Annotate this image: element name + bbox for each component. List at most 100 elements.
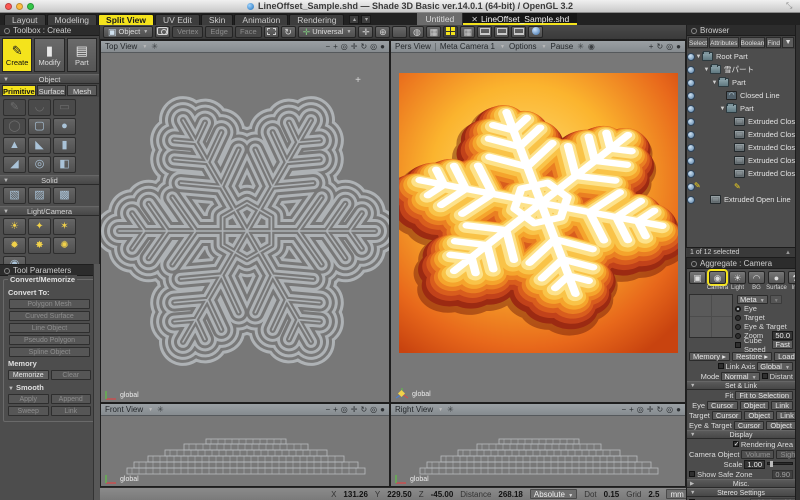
- smooth-append-button[interactable]: Append: [51, 394, 92, 404]
- distant-light-icon[interactable]: ✶: [53, 218, 76, 235]
- view-camera-icon[interactable]: ●: [676, 404, 681, 416]
- expand-arrow-icon[interactable]: ▼: [711, 80, 718, 86]
- eye-cursor-button[interactable]: Cursor: [707, 401, 738, 410]
- camera-object-icon[interactable]: ◉: [3, 256, 26, 264]
- solid-section-header[interactable]: ▼Solid: [0, 175, 99, 185]
- eye-link-button[interactable]: Link: [771, 401, 793, 410]
- top-viewport-canvas[interactable]: + global: [101, 53, 389, 402]
- globe-icon[interactable]: ◍: [409, 26, 424, 38]
- tree-row[interactable]: ▼Root Part: [695, 50, 795, 63]
- tree-row[interactable]: Extruded Open Line: [695, 193, 795, 206]
- point-light-icon[interactable]: ☀: [3, 218, 26, 235]
- front-viewport[interactable]: Front View▼ ✳ −+◎✛↻◎● global: [100, 403, 390, 487]
- solid-union-icon[interactable]: ▧: [3, 187, 26, 204]
- target-radio-row[interactable]: Target: [735, 313, 793, 322]
- view-camera-icon[interactable]: ●: [676, 41, 681, 53]
- wedge-primitive-icon[interactable]: ◣: [28, 137, 51, 154]
- load-button[interactable]: Load...: [774, 352, 795, 361]
- cone-primitive-icon[interactable]: ▲: [3, 137, 26, 154]
- radio-icon[interactable]: [735, 315, 741, 321]
- zoom-out-icon[interactable]: −: [325, 41, 330, 53]
- gear-icon[interactable]: ✳: [447, 405, 454, 414]
- visibility-toggle[interactable]: [687, 92, 695, 100]
- browser-tab-select[interactable]: Select: [688, 37, 708, 48]
- cube-speed-dropdown[interactable]: Fast: [772, 340, 793, 349]
- gear-icon[interactable]: ✳: [577, 42, 584, 51]
- rounded-box-icon[interactable]: ▢: [28, 118, 51, 135]
- tool-parameters-scrollbar[interactable]: [93, 264, 100, 500]
- workspace-tab-layout[interactable]: Layout: [4, 14, 46, 25]
- pan-icon[interactable]: ✛: [351, 41, 358, 53]
- tab-surface[interactable]: ●Surface: [767, 271, 786, 291]
- camera-object-sight-button[interactable]: Sight: [776, 450, 795, 459]
- tree-row[interactable]: ▼雪パート: [695, 63, 795, 76]
- vertex-mode-button[interactable]: Vertex: [172, 26, 203, 38]
- pause-button[interactable]: Pause: [551, 42, 574, 51]
- scale-slider[interactable]: [767, 462, 793, 465]
- visibility-toggle[interactable]: [687, 196, 695, 204]
- toolbox-header[interactable]: Toolbox : Create: [0, 25, 99, 36]
- magnifier-icon[interactable]: ◎: [370, 404, 377, 416]
- workspace-tab-split-view[interactable]: Split View: [98, 14, 154, 25]
- zoom-window-button[interactable]: [27, 3, 34, 10]
- link-axis-checkbox[interactable]: [718, 363, 724, 369]
- sphere-primitive-icon[interactable]: ●: [53, 118, 76, 135]
- pan-icon[interactable]: ✛: [647, 404, 654, 416]
- workspace-tab-uv-edit[interactable]: UV Edit: [155, 14, 200, 25]
- zoom-in-icon[interactable]: +: [629, 404, 634, 416]
- mode-dropdown[interactable]: Normal ▼: [721, 372, 759, 381]
- zoom-value-field[interactable]: 50.0: [772, 331, 793, 340]
- gear-icon[interactable]: ✳: [151, 42, 158, 51]
- camera-trackball[interactable]: [689, 294, 733, 338]
- browser-header[interactable]: Browser: [687, 25, 795, 36]
- safe-zone-checkbox[interactable]: [689, 471, 695, 477]
- object-section-header[interactable]: ▼Object: [0, 74, 99, 84]
- coordinate-mode-dropdown[interactable]: Absolute ▼: [530, 489, 577, 499]
- options-dropdown[interactable]: Options: [509, 42, 537, 51]
- zoom-in-icon[interactable]: +: [333, 41, 338, 53]
- zoom-out-icon[interactable]: −: [325, 404, 330, 416]
- smooth-section-header[interactable]: ▼Smooth: [8, 383, 93, 392]
- zoom-tool-icon[interactable]: ◎: [341, 404, 348, 416]
- display-section-header[interactable]: ▼Display: [687, 430, 795, 439]
- pers-viewport-canvas[interactable]: global: [391, 53, 685, 402]
- visibility-toggle[interactable]: [687, 79, 695, 87]
- camera-sub-dropdown[interactable]: ▼: [770, 295, 782, 304]
- top-viewport[interactable]: Top View▼ ✳ −+◎✛↻◎● + global: [100, 40, 390, 403]
- radio-icon[interactable]: [735, 324, 741, 330]
- draw-line-icon[interactable]: ✎: [3, 99, 26, 116]
- rendering-area-checkbox[interactable]: [733, 441, 739, 447]
- grid-table-icon[interactable]: ▦: [460, 26, 475, 38]
- object-tab-primitive[interactable]: Primitive: [2, 85, 36, 96]
- eye-target-object-button[interactable]: Object: [766, 421, 795, 430]
- scale-value-field[interactable]: 1.00: [744, 460, 765, 469]
- tree-row[interactable]: Extruded Closed: [695, 141, 795, 154]
- area-light-icon[interactable]: ✹: [3, 237, 26, 254]
- dual-view-icon[interactable]: [494, 26, 509, 38]
- draw-rect-icon[interactable]: ▭: [53, 99, 76, 116]
- clear-button[interactable]: Clear: [51, 370, 92, 380]
- viewport-label[interactable]: Right View: [395, 405, 433, 414]
- set-link-section-header[interactable]: ▼Set & Link: [687, 381, 795, 390]
- zoom-in-icon[interactable]: +: [333, 404, 338, 416]
- misc-section-header[interactable]: ▶Misc.: [687, 479, 795, 488]
- minimize-window-button[interactable]: [16, 3, 23, 10]
- object-tab-mesh[interactable]: Mesh: [67, 85, 97, 96]
- pers-viewport[interactable]: Pers View Meta Camera 1▼ Options▼ Pause …: [390, 40, 686, 403]
- stereo-section-header[interactable]: ▼Stereo Settings: [687, 488, 795, 497]
- expand-arrow-icon[interactable]: ▼: [719, 106, 726, 112]
- tree-row[interactable]: ◠Closed Line: [695, 89, 795, 102]
- visibility-toggle[interactable]: [687, 157, 695, 165]
- pan-icon[interactable]: ✛: [351, 404, 358, 416]
- orbit-icon[interactable]: ↻: [360, 404, 367, 416]
- expand-arrow-icon[interactable]: ▼: [703, 67, 710, 73]
- close-window-button[interactable]: [5, 3, 12, 10]
- draw-circle-icon[interactable]: ◯: [3, 118, 26, 135]
- zoom-tool-icon[interactable]: ◎: [637, 404, 644, 416]
- blank-tool-icon[interactable]: [392, 26, 407, 38]
- visibility-toggle[interactable]: [687, 170, 695, 178]
- fit-to-selection-button[interactable]: Fit to Selection: [735, 391, 793, 400]
- cylinder-primitive-icon[interactable]: ▮: [53, 137, 76, 154]
- visibility-toggle[interactable]: [687, 131, 695, 139]
- tab-untitled[interactable]: Untitled: [417, 13, 463, 25]
